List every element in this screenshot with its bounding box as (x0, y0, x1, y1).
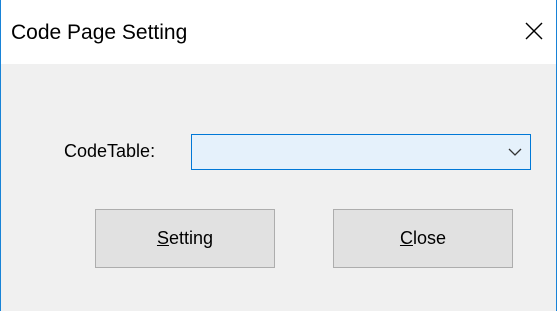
chevron-down-icon (508, 148, 522, 156)
dialog-title: Code Page Setting (11, 21, 188, 44)
close-button-mnemonic: C (399, 228, 413, 248)
title-bar[interactable]: Code Page Setting (1, 0, 556, 64)
close-window-button[interactable] (512, 8, 556, 54)
setting-button-label: etting (168, 228, 214, 248)
setting-button-mnemonic: S (156, 228, 169, 248)
setting-button[interactable]: Setting (95, 209, 275, 268)
close-icon (525, 22, 543, 40)
dialog-client-area: CodeTable: Setting Close (1, 64, 556, 311)
code-page-setting-dialog: Code Page Setting CodeTable: Setting Clo… (0, 0, 557, 311)
close-button-label: lose (412, 228, 447, 248)
codetable-dropdown[interactable] (191, 134, 531, 170)
codetable-label: CodeTable: (64, 141, 156, 161)
close-button[interactable]: Close (333, 209, 513, 268)
